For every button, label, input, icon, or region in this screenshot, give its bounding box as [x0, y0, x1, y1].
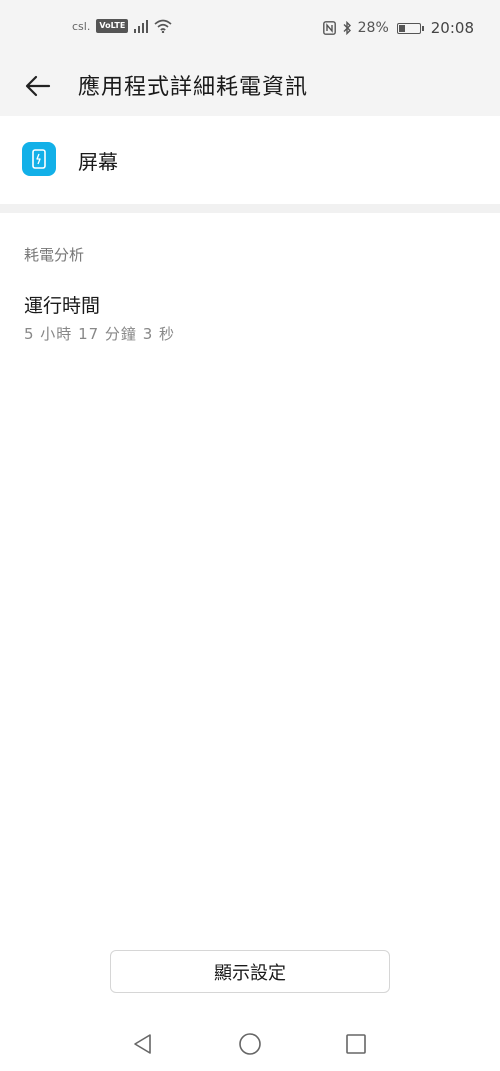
- navigation-bar: [0, 1015, 500, 1071]
- square-recents-icon: [346, 1034, 366, 1054]
- page-title: 應用程式詳細耗電資訊: [78, 75, 309, 100]
- circle-home-icon: [239, 1033, 261, 1055]
- clock: 20:08: [430, 19, 474, 37]
- nfc-icon: [322, 21, 336, 35]
- arrow-left-icon: [25, 75, 51, 97]
- section-divider: [0, 204, 500, 213]
- status-bar-right: 28% 20:08: [322, 19, 474, 37]
- bluetooth-icon: [343, 21, 351, 35]
- app-bar: 應用程式詳細耗電資訊: [0, 60, 500, 116]
- runtime-label: 運行時間: [24, 295, 101, 317]
- nav-home-button[interactable]: [235, 1029, 265, 1059]
- wifi-icon: [154, 19, 172, 33]
- battery-level-fill: [398, 24, 405, 32]
- nav-recents-button[interactable]: [341, 1029, 371, 1059]
- app-row: 屏幕: [0, 126, 500, 198]
- phone-screen-icon: [32, 149, 46, 169]
- back-button[interactable]: [20, 68, 56, 104]
- carrier-label: csl.: [72, 19, 91, 33]
- battery-icon: [396, 22, 424, 34]
- status-bar-left: csl. VoLTE: [72, 19, 172, 33]
- volte-badge: VoLTE: [96, 19, 129, 33]
- display-settings-button[interactable]: 顯示設定: [110, 950, 390, 993]
- screen-app-icon: [22, 142, 56, 176]
- runtime-value: 5 小時 17 分鐘 3 秒: [24, 325, 176, 343]
- triangle-back-icon: [134, 1034, 151, 1054]
- signal-icon: [134, 19, 149, 33]
- section-header: 耗電分析: [24, 246, 85, 264]
- battery-percent: 28%: [357, 20, 389, 36]
- nav-back-button[interactable]: [128, 1029, 158, 1059]
- status-bar: csl. VoLTE 28% 20:08: [0, 0, 500, 60]
- app-name: 屏幕: [78, 150, 118, 174]
